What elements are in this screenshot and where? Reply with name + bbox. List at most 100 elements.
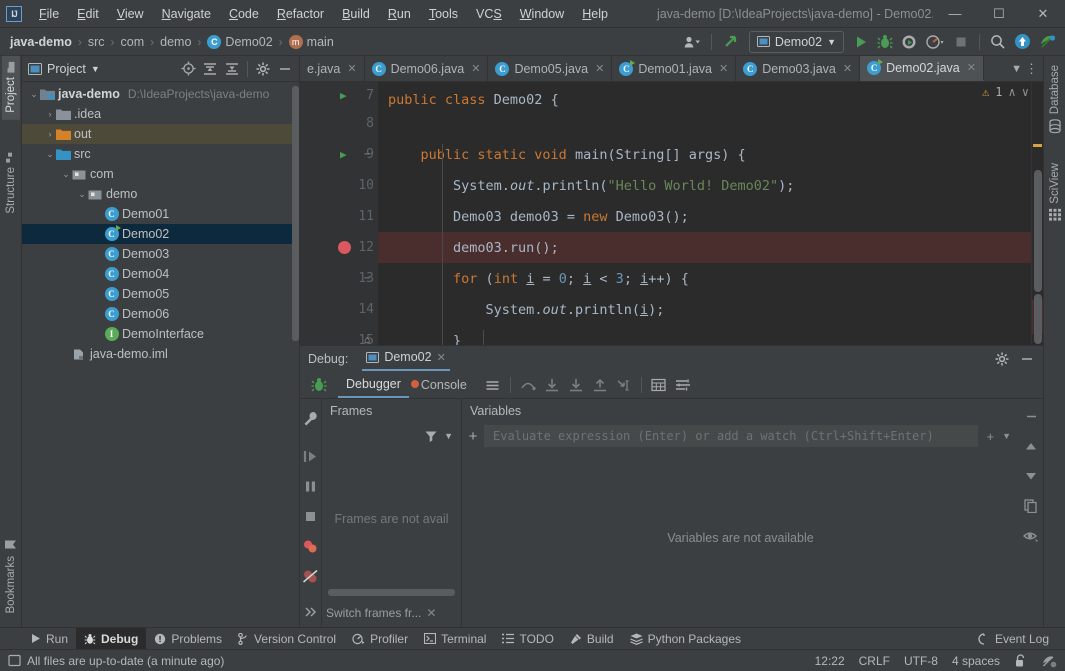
fold-marker-icon[interactable]: − bbox=[364, 149, 370, 160]
run-gutter-icon[interactable]: ▶ bbox=[340, 89, 347, 102]
expand-actions-icon[interactable] bbox=[300, 597, 322, 627]
menu-file[interactable]: File bbox=[30, 3, 68, 25]
editor-tab-demo03-java[interactable]: C Demo03.java ✕ bbox=[736, 56, 861, 81]
collapse-icon[interactable] bbox=[1019, 401, 1043, 431]
gutter-line-14[interactable]: 14 bbox=[300, 294, 378, 325]
chevron-down-icon[interactable]: ▼ bbox=[1002, 431, 1011, 441]
add-watch-button[interactable]: + bbox=[462, 428, 484, 445]
gutter-line-12[interactable]: 12 bbox=[300, 232, 378, 263]
code-line-10[interactable]: System. out .println("Hello World! Demo02"… bbox=[378, 170, 1031, 201]
step-over-icon[interactable] bbox=[516, 374, 540, 396]
line-separator[interactable]: CRLF bbox=[859, 654, 890, 668]
tab-console[interactable]: Console bbox=[409, 374, 475, 397]
vcs-update-button[interactable] bbox=[1011, 31, 1034, 53]
tree-node-demo03[interactable]: C Demo03 bbox=[22, 244, 299, 264]
layout-icon[interactable] bbox=[481, 374, 505, 396]
tree-node-src[interactable]: ⌄ src bbox=[22, 144, 299, 164]
frames-footer[interactable]: Switch frames fr... ✕ bbox=[322, 599, 461, 627]
toolwindow-todo[interactable]: TODO bbox=[494, 628, 561, 650]
editor-tab-demo05-java[interactable]: C Demo05.java ✕ bbox=[488, 56, 613, 81]
inspection-widget[interactable]: ⚠ 1 ∧ ∨ bbox=[982, 85, 1029, 99]
filter-icon[interactable] bbox=[424, 429, 438, 443]
code-line-8[interactable] bbox=[378, 108, 1031, 139]
chevron-down-icon[interactable]: ▼ bbox=[1011, 63, 1022, 75]
breakpoint-icon[interactable] bbox=[338, 241, 351, 254]
code-line-15[interactable]: } bbox=[378, 325, 1031, 346]
menu-code[interactable]: Code bbox=[220, 3, 268, 25]
code-line-13[interactable]: for (int i = 0; i < 3; i ++) { bbox=[378, 263, 1031, 294]
gutter-line-11[interactable]: 11 bbox=[300, 201, 378, 232]
gear-icon[interactable] bbox=[994, 351, 1010, 367]
editor-code-text[interactable]: public class Demo02 { public static void… bbox=[378, 82, 1031, 345]
editor-error-stripe[interactable] bbox=[1031, 82, 1043, 345]
toolwindow-build[interactable]: Build bbox=[562, 628, 622, 650]
tree-node-java-demo-iml[interactable]: java-demo.iml bbox=[22, 344, 299, 364]
close-icon[interactable]: ✕ bbox=[719, 62, 728, 75]
editor-tab-demo06-java[interactable]: C Demo06.java ✕ bbox=[365, 56, 489, 81]
menu-tools[interactable]: Tools bbox=[420, 3, 467, 25]
breadcrumb-item-com[interactable]: com bbox=[117, 33, 149, 51]
sidebar-item-structure[interactable]: Structure bbox=[2, 146, 20, 221]
editor-tab-demo02-java[interactable]: C Demo02.java ✕ bbox=[860, 56, 984, 81]
run-to-cursor-icon[interactable] bbox=[612, 374, 636, 396]
menu-help[interactable]: Help bbox=[573, 3, 617, 25]
view-breakpoints-icon[interactable] bbox=[300, 531, 322, 561]
copy-icon[interactable] bbox=[1019, 491, 1043, 521]
gear-icon[interactable] bbox=[255, 61, 271, 77]
tree-node-demo01[interactable]: C Demo01 bbox=[22, 204, 299, 224]
code-line-11[interactable]: Demo03 demo03 = new Demo03(); bbox=[378, 201, 1031, 232]
minimize-button[interactable]: — bbox=[933, 0, 977, 27]
gutter-line-7[interactable]: 7 ▶ bbox=[300, 82, 378, 108]
gutter-line-10[interactable]: 10 bbox=[300, 170, 378, 201]
force-step-into-icon[interactable] bbox=[564, 374, 588, 396]
collapse-all-icon[interactable] bbox=[224, 61, 240, 77]
run-gutter-icon[interactable]: ▶ bbox=[340, 148, 347, 161]
close-icon[interactable]: ✕ bbox=[347, 62, 356, 75]
editor-tab-demo01-java[interactable]: C Demo01.java ✕ bbox=[612, 56, 737, 81]
project-tree-scrollbar[interactable] bbox=[292, 86, 299, 341]
breadcrumb-item-main[interactable]: m main bbox=[285, 32, 338, 51]
debug-button[interactable] bbox=[874, 31, 896, 53]
close-icon[interactable]: ✕ bbox=[595, 62, 604, 75]
more-options-icon[interactable]: ⋮ bbox=[1025, 62, 1038, 75]
run-configuration-selector[interactable]: Demo02 ▼ bbox=[748, 30, 844, 53]
frames-horizontal-scrollbar[interactable] bbox=[328, 589, 455, 596]
menu-window[interactable]: Window bbox=[511, 3, 573, 25]
code-line-9[interactable]: public static void main (String[] args) { bbox=[378, 139, 1031, 170]
close-icon[interactable]: ✕ bbox=[471, 62, 480, 75]
prev-problem-icon[interactable]: ∧ bbox=[1009, 85, 1016, 99]
chevron-down-icon[interactable]: ▼ bbox=[444, 431, 453, 441]
tree-node-demo02[interactable]: C Demo02 bbox=[22, 224, 299, 244]
menu-build[interactable]: Build bbox=[333, 3, 379, 25]
toolwindow-debug[interactable]: Debug bbox=[76, 627, 147, 650]
fold-marker-icon[interactable]: − bbox=[364, 273, 370, 284]
eye-icon[interactable] bbox=[1019, 521, 1043, 551]
menu-refactor[interactable]: Refactor bbox=[268, 3, 333, 25]
fold-marker-icon[interactable]: ⌂ bbox=[364, 335, 370, 345]
sidebar-item-sciview[interactable]: SciView bbox=[1046, 156, 1064, 228]
toolwindow-version-control[interactable]: Version Control bbox=[230, 628, 344, 650]
code-line-14[interactable]: System. out .println(i); bbox=[378, 294, 1031, 325]
editor-tab-e-java[interactable]: e.java ✕ bbox=[300, 56, 365, 81]
code-line-12[interactable]: demo03.run(); bbox=[378, 232, 1031, 263]
up-arrow-icon[interactable] bbox=[1019, 431, 1043, 461]
close-icon[interactable]: ✕ bbox=[426, 606, 436, 620]
down-arrow-icon[interactable] bbox=[1019, 461, 1043, 491]
toolwindow-run[interactable]: Run bbox=[22, 628, 76, 650]
toolwindow-profiler[interactable]: Profiler bbox=[344, 628, 416, 650]
code-editor[interactable]: 7▶89▶−10111213−1415⌂16 public class Demo… bbox=[300, 82, 1043, 345]
step-out-icon[interactable] bbox=[588, 374, 612, 396]
hide-panel-icon[interactable] bbox=[277, 61, 293, 77]
tree-expand-arrow[interactable]: ⌄ bbox=[76, 189, 88, 200]
tree-node-java-demo[interactable]: ⌄ java-demo D:\IdeaProjects\java-demo bbox=[22, 84, 299, 104]
breadcrumb-item-demo[interactable]: demo bbox=[156, 33, 195, 51]
next-problem-icon[interactable]: ∨ bbox=[1022, 85, 1029, 99]
breadcrumb-item-demo02[interactable]: C Demo02 bbox=[203, 32, 276, 51]
indent-setting[interactable]: 4 spaces bbox=[952, 654, 1000, 668]
gutter-line-13[interactable]: 13− bbox=[300, 263, 378, 294]
resume-icon[interactable] bbox=[300, 441, 322, 471]
ide-assistant-button[interactable] bbox=[1036, 31, 1059, 53]
sidebar-item-bookmarks[interactable]: Bookmarks bbox=[2, 532, 20, 621]
sidebar-item-database[interactable]: Database bbox=[1046, 58, 1064, 140]
run-with-coverage-button[interactable] bbox=[898, 31, 920, 53]
